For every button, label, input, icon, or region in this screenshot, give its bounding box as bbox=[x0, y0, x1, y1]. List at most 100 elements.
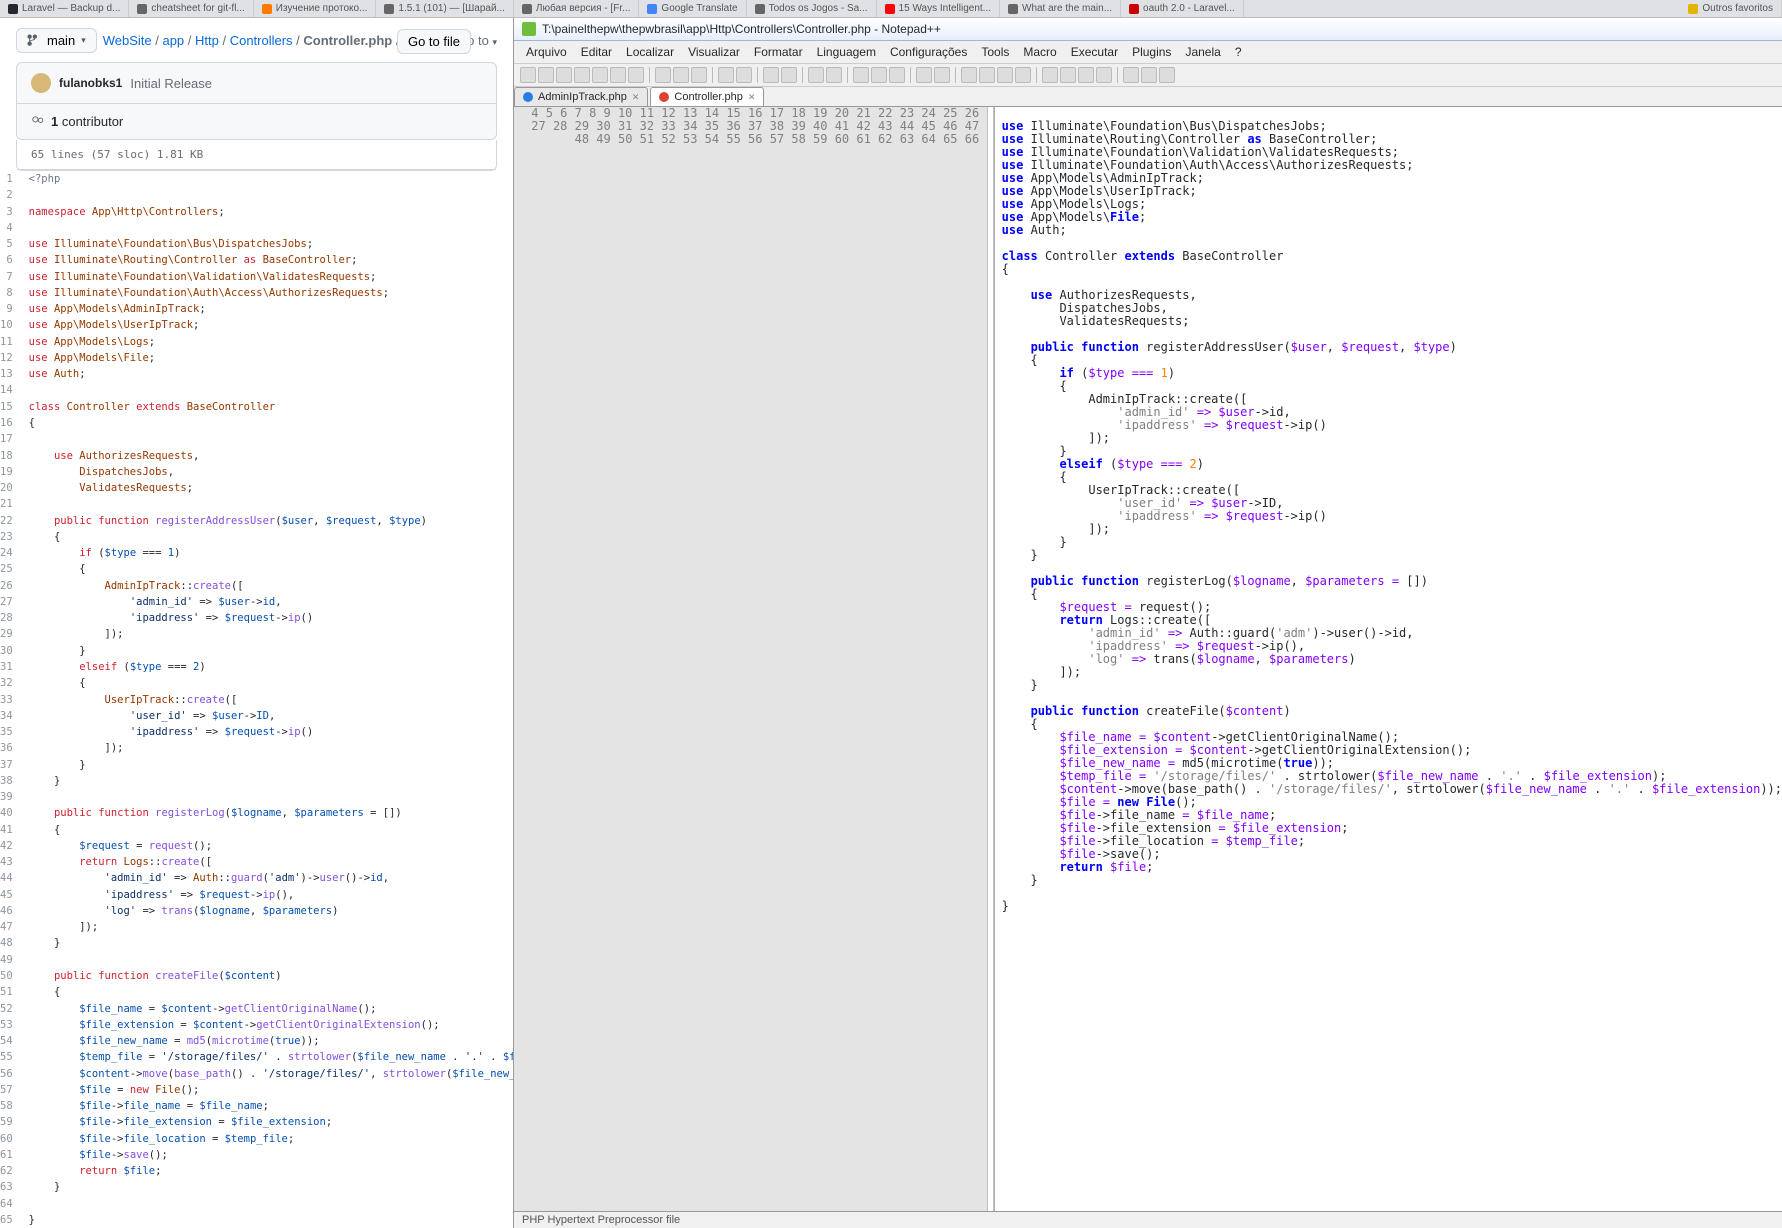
contributors-row[interactable]: 1 contributor bbox=[17, 103, 496, 139]
commit-message[interactable]: Initial Release bbox=[130, 76, 212, 91]
line-number[interactable]: 15 bbox=[0, 399, 23, 415]
line-number[interactable]: 1 bbox=[0, 171, 23, 187]
line-number[interactable]: 19 bbox=[0, 464, 23, 480]
browser-tab[interactable]: 1.5.1 (101) — [Шарай... bbox=[376, 0, 513, 17]
line-number[interactable]: 30 bbox=[0, 643, 23, 659]
code-line[interactable]: namespace App\Http\Controllers; bbox=[23, 204, 513, 220]
code-line[interactable]: { bbox=[23, 984, 513, 1000]
line-number[interactable]: 37 bbox=[0, 757, 23, 773]
menu-item[interactable]: Linguagem bbox=[811, 43, 882, 61]
code-line[interactable]: $file_new_name = md5(microtime(true)); bbox=[23, 1033, 513, 1049]
line-number[interactable]: 40 bbox=[0, 805, 23, 821]
line-number[interactable]: 46 bbox=[0, 903, 23, 919]
p7-button[interactable] bbox=[1159, 67, 1175, 83]
code-line[interactable]: use AuthorizesRequests, bbox=[23, 448, 513, 464]
line-number[interactable]: 26 bbox=[0, 578, 23, 594]
line-number[interactable]: 23 bbox=[0, 529, 23, 545]
browser-tab[interactable]: What are the main... bbox=[1000, 0, 1121, 17]
line-number[interactable]: 4 bbox=[0, 220, 23, 236]
line-number[interactable]: 56 bbox=[0, 1066, 23, 1082]
code-line[interactable] bbox=[23, 1196, 513, 1212]
line-number[interactable]: 44 bbox=[0, 870, 23, 886]
menu-item[interactable]: Macro bbox=[1017, 43, 1062, 61]
code-line[interactable]: ]); bbox=[23, 626, 513, 642]
line-number[interactable]: 59 bbox=[0, 1114, 23, 1130]
show-all-button[interactable] bbox=[871, 67, 887, 83]
line-number[interactable]: 13 bbox=[0, 366, 23, 382]
github-code[interactable]: 1<?php23namespace App\Http\Controllers;4… bbox=[0, 171, 513, 1228]
code-line[interactable]: } bbox=[23, 1212, 513, 1228]
breadcrumb-link[interactable]: app bbox=[162, 33, 184, 48]
line-number[interactable]: 35 bbox=[0, 724, 23, 740]
code-line[interactable]: public function createFile($content) bbox=[23, 968, 513, 984]
breadcrumb-link[interactable]: Controllers bbox=[230, 33, 293, 48]
unfold-button[interactable] bbox=[934, 67, 950, 83]
line-number[interactable]: 25 bbox=[0, 561, 23, 577]
code-line[interactable] bbox=[23, 187, 513, 203]
line-number[interactable]: 63 bbox=[0, 1179, 23, 1195]
code-line[interactable]: use Illuminate\Foundation\Validation\Val… bbox=[23, 269, 513, 285]
code-line[interactable]: use App\Models\UserIpTrack; bbox=[23, 317, 513, 333]
breadcrumb-link[interactable]: Http bbox=[195, 33, 219, 48]
browser-tab[interactable]: Todos os Jogos - Sa... bbox=[747, 0, 877, 17]
code-line[interactable]: $temp_file = '/storage/files/' . strtolo… bbox=[23, 1049, 513, 1065]
npp-menubar[interactable]: ArquivoEditarLocalizarVisualizarFormatar… bbox=[514, 41, 1782, 64]
other-favorites[interactable]: Outros favoritos bbox=[1680, 0, 1782, 17]
code-line[interactable]: 'ipaddress' => $request->ip() bbox=[23, 610, 513, 626]
line-number[interactable]: 60 bbox=[0, 1131, 23, 1147]
code-line[interactable]: use App\Models\File; bbox=[23, 350, 513, 366]
code-line[interactable]: { bbox=[23, 415, 513, 431]
line-number[interactable]: 48 bbox=[0, 935, 23, 951]
paste-button[interactable] bbox=[691, 67, 707, 83]
code-line[interactable]: use App\Models\Logs; bbox=[23, 334, 513, 350]
code-line[interactable]: $file->save(); bbox=[23, 1147, 513, 1163]
line-number[interactable]: 28 bbox=[0, 610, 23, 626]
code-line[interactable]: $file_name = $content->getClientOriginal… bbox=[23, 1001, 513, 1017]
open-button[interactable] bbox=[538, 67, 554, 83]
code-line[interactable]: $file->file_extension = $file_extension; bbox=[23, 1114, 513, 1130]
wrap-button[interactable] bbox=[853, 67, 869, 83]
code-line[interactable]: $file->file_name = $file_name; bbox=[23, 1098, 513, 1114]
line-number[interactable]: 51 bbox=[0, 984, 23, 1000]
code-line[interactable]: 'ipaddress' => $request->ip() bbox=[23, 724, 513, 740]
line-number[interactable]: 65 bbox=[0, 1212, 23, 1228]
code-line[interactable]: public function registerAddressUser($use… bbox=[23, 513, 513, 529]
code-line[interactable] bbox=[23, 431, 513, 447]
menu-item[interactable]: ? bbox=[1229, 43, 1248, 61]
fold-button[interactable] bbox=[916, 67, 932, 83]
code-line[interactable] bbox=[23, 220, 513, 236]
line-number[interactable]: 64 bbox=[0, 1196, 23, 1212]
line-number[interactable]: 12 bbox=[0, 350, 23, 366]
line-number[interactable]: 27 bbox=[0, 594, 23, 610]
code-line[interactable]: $file_extension = $content->getClientOri… bbox=[23, 1017, 513, 1033]
redo-button[interactable] bbox=[736, 67, 752, 83]
code-line[interactable]: $file->file_location = $temp_file; bbox=[23, 1131, 513, 1147]
rec-button[interactable] bbox=[961, 67, 977, 83]
close-button[interactable] bbox=[592, 67, 608, 83]
line-number[interactable]: 45 bbox=[0, 887, 23, 903]
code-line[interactable] bbox=[23, 789, 513, 805]
npp-editor[interactable]: 4 5 6 7 8 9 10 11 12 13 14 15 16 17 18 1… bbox=[514, 107, 1782, 1211]
menu-item[interactable]: Plugins bbox=[1126, 43, 1177, 61]
close-tab-icon[interactable]: ✕ bbox=[748, 92, 756, 103]
menu-item[interactable]: Editar bbox=[575, 43, 618, 61]
code-line[interactable]: <?php bbox=[23, 171, 513, 187]
code-line[interactable]: 'ipaddress' => $request->ip(), bbox=[23, 887, 513, 903]
undo-button[interactable] bbox=[718, 67, 734, 83]
indent-guide-button[interactable] bbox=[889, 67, 905, 83]
menu-item[interactable]: Localizar bbox=[620, 43, 680, 61]
code-line[interactable]: use App\Models\AdminIpTrack; bbox=[23, 301, 513, 317]
code-line[interactable]: use Illuminate\Routing\Controller as Bas… bbox=[23, 252, 513, 268]
line-number[interactable]: 16 bbox=[0, 415, 23, 431]
line-number[interactable]: 20 bbox=[0, 480, 23, 496]
line-number[interactable]: 32 bbox=[0, 675, 23, 691]
line-number[interactable]: 55 bbox=[0, 1049, 23, 1065]
commit-author[interactable]: fulanobks1 bbox=[59, 76, 122, 90]
line-number[interactable]: 2 bbox=[0, 187, 23, 203]
close-tab-icon[interactable]: ✕ bbox=[632, 92, 640, 103]
code-line[interactable]: ValidatesRequests; bbox=[23, 480, 513, 496]
line-number[interactable]: 36 bbox=[0, 740, 23, 756]
code-line[interactable]: $content->move(base_path() . '/storage/f… bbox=[23, 1066, 513, 1082]
menu-item[interactable]: Tools bbox=[975, 43, 1015, 61]
breadcrumb-link[interactable]: WebSite bbox=[103, 33, 152, 48]
